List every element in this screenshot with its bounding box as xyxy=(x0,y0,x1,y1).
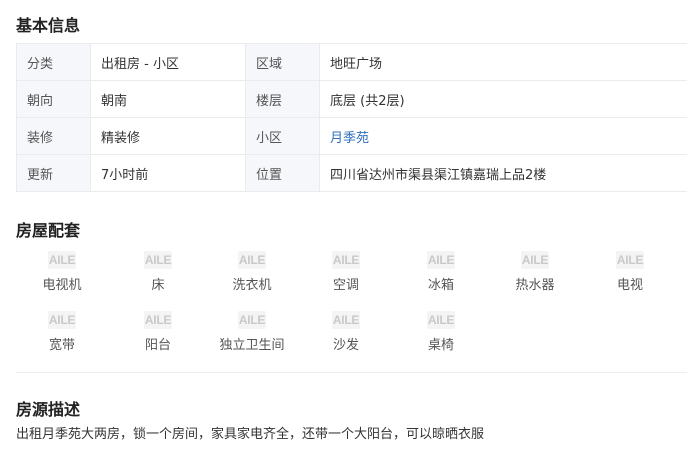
facility-item: AILE 冰箱 xyxy=(406,251,476,293)
description-title: 房源描述 xyxy=(16,400,81,419)
info-value-orientation: 朝南 xyxy=(90,80,246,118)
washing-machine-icon: AILE xyxy=(238,251,266,269)
facility-item: AILE 阳台 xyxy=(123,311,193,353)
air-conditioner-icon: AILE xyxy=(332,251,360,269)
info-value-area: 地旺广场 xyxy=(319,43,687,81)
facility-item: AILE 桌椅 xyxy=(406,311,476,353)
info-label-location: 位置 xyxy=(245,154,320,192)
facility-item: AILE 电视机 xyxy=(27,251,97,293)
info-label-area: 区域 xyxy=(245,43,320,81)
facility-label: 电视 xyxy=(616,278,643,293)
facility-item: AILE 宽带 xyxy=(27,311,97,353)
bed-icon: AILE xyxy=(144,251,172,269)
table-row: 分类 出租房 - 小区 区域 地旺广场 xyxy=(16,43,687,81)
basic-info-title: 基本信息 xyxy=(16,16,81,35)
facilities-title: 房屋配套 xyxy=(16,221,81,240)
facility-label: 独立卫生间 xyxy=(219,338,285,353)
info-value-location: 四川省达州市渠县渠江镇嘉瑞上品2楼 xyxy=(319,154,687,192)
facility-label: 冰箱 xyxy=(427,278,454,293)
info-label-orientation: 朝向 xyxy=(16,80,91,118)
facility-item: AILE 床 xyxy=(123,251,193,293)
table-row: 装修 精装修 小区 月季苑 xyxy=(16,117,687,155)
info-label-floor: 楼层 xyxy=(245,80,320,118)
facility-label: 床 xyxy=(151,278,165,293)
facility-label: 热水器 xyxy=(515,278,555,293)
tv-icon: AILE xyxy=(616,251,644,269)
facility-label: 宽带 xyxy=(48,338,75,353)
section-divider xyxy=(16,372,687,373)
table-chair-icon: AILE xyxy=(427,311,455,329)
facility-item: AILE 空调 xyxy=(311,251,381,293)
facility-label: 电视机 xyxy=(42,278,82,293)
info-value-floor: 底层 (共2层) xyxy=(319,80,687,118)
facility-item: AILE 热水器 xyxy=(500,251,570,293)
description-text: 出租月季苑大两房，锁一个房间，家具家电齐全，还带一个大阳台，可以晾晒衣服 xyxy=(16,427,485,442)
facility-item: AILE 电视 xyxy=(595,251,665,293)
fridge-icon: AILE xyxy=(427,251,455,269)
facility-item: AILE 洗衣机 xyxy=(217,251,287,293)
info-value-decoration: 精装修 xyxy=(90,117,246,155)
facility-label: 桌椅 xyxy=(427,338,454,353)
broadband-icon: AILE xyxy=(48,311,76,329)
water-heater-icon: AILE xyxy=(521,251,549,269)
community-link[interactable]: 月季苑 xyxy=(319,117,687,155)
facility-label: 沙发 xyxy=(332,338,359,353)
info-label-category: 分类 xyxy=(16,43,91,81)
basic-info-table: 分类 出租房 - 小区 区域 地旺广场 朝向 朝南 楼层 底层 (共2层) 装修… xyxy=(16,43,687,192)
facility-label: 洗衣机 xyxy=(232,278,272,293)
facility-label: 空调 xyxy=(332,278,359,293)
info-label-community: 小区 xyxy=(245,117,320,155)
table-row: 更新 7小时前 位置 四川省达州市渠县渠江镇嘉瑞上品2楼 xyxy=(16,154,687,192)
tv-icon: AILE xyxy=(48,251,76,269)
facility-item: AILE 沙发 xyxy=(311,311,381,353)
table-row: 朝向 朝南 楼层 底层 (共2层) xyxy=(16,80,687,118)
sofa-icon: AILE xyxy=(332,311,360,329)
info-label-updated: 更新 xyxy=(16,154,91,192)
facility-label: 阳台 xyxy=(144,338,171,353)
bathroom-icon: AILE xyxy=(238,311,266,329)
facility-item: AILE 独立卫生间 xyxy=(217,311,287,353)
balcony-icon: AILE xyxy=(144,311,172,329)
info-value-category: 出租房 - 小区 xyxy=(90,43,246,81)
info-value-updated: 7小时前 xyxy=(90,154,246,192)
info-label-decoration: 装修 xyxy=(16,117,91,155)
